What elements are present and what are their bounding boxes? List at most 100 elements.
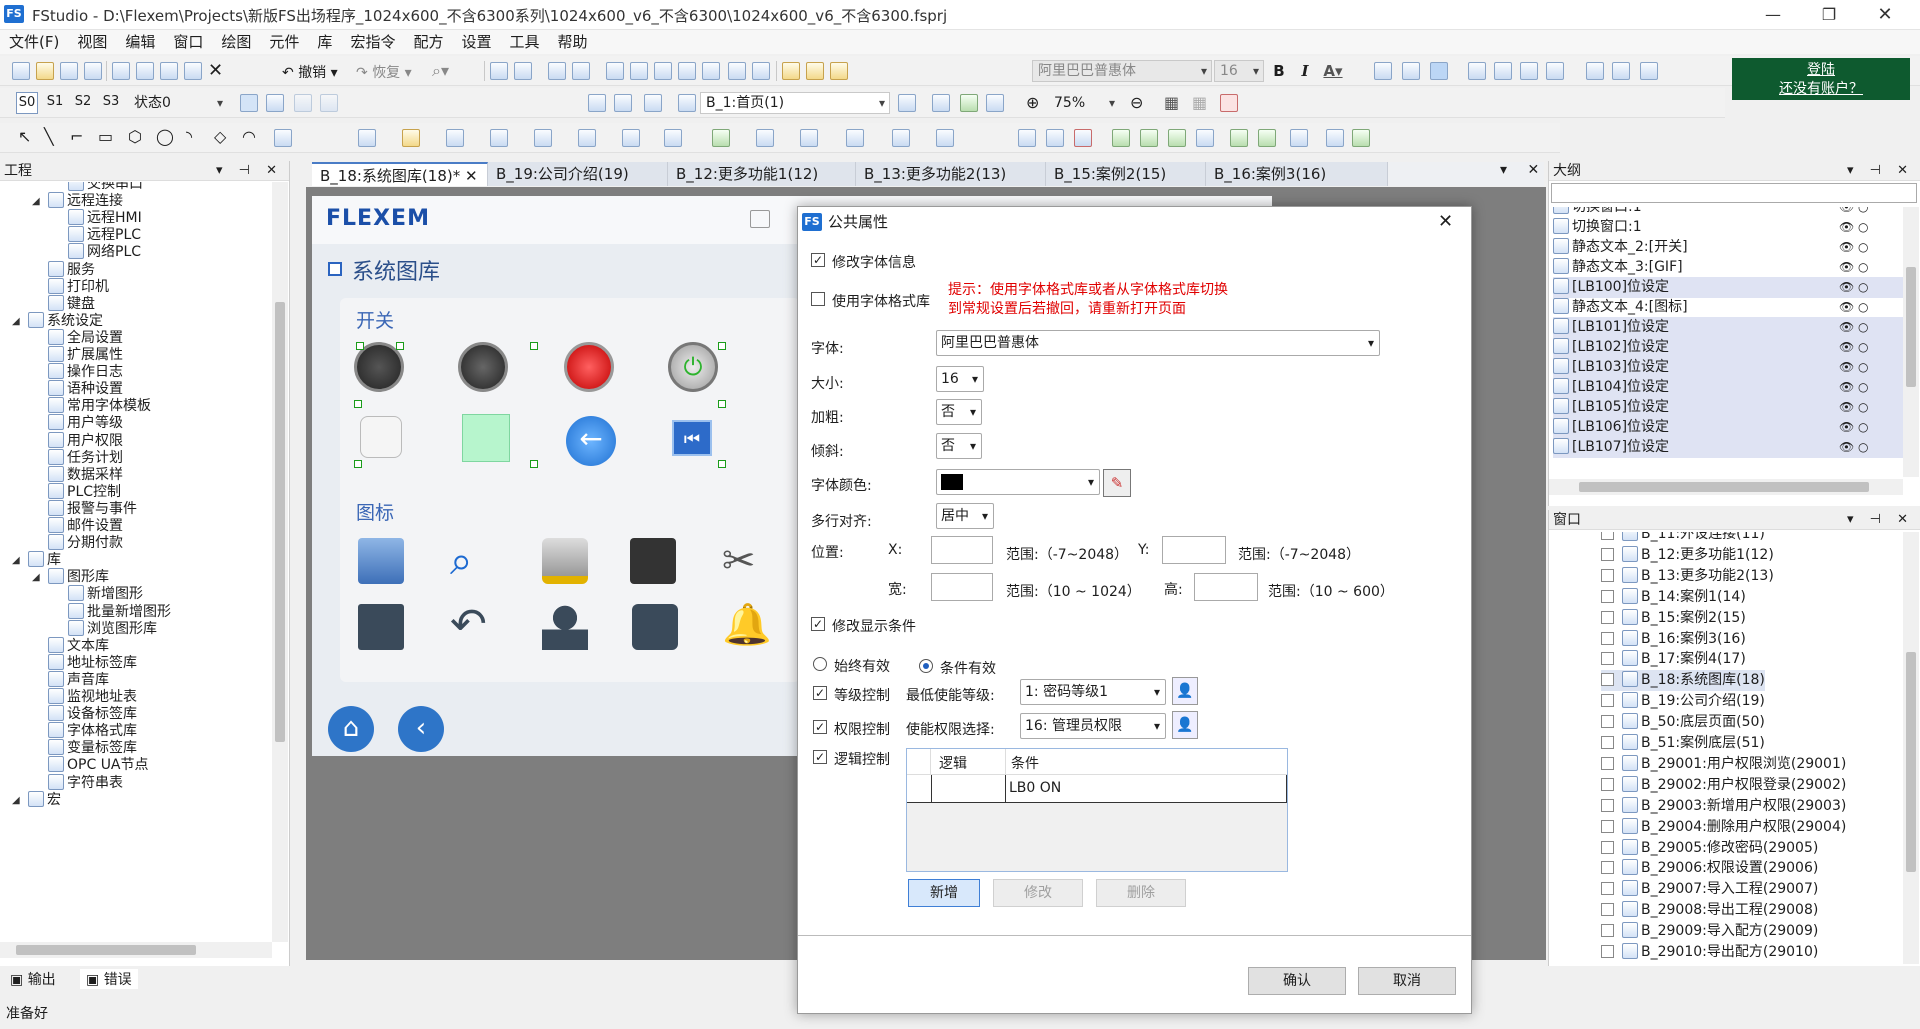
- run-icon[interactable]: [1230, 129, 1248, 147]
- zoom-combo[interactable]: 75%: [1048, 92, 1120, 114]
- visibility-icon[interactable]: 👁 ○: [1839, 237, 1869, 258]
- dialog-close-button[interactable]: ✕: [1438, 207, 1453, 237]
- order-icon[interactable]: [830, 62, 848, 80]
- polygon-tool-icon[interactable]: ⬡: [128, 127, 142, 146]
- outline-item[interactable]: 静态文本_2:[开关] 👁 ○: [1553, 237, 1903, 258]
- outline-hscrollbar[interactable]: [1549, 479, 1903, 495]
- width-input[interactable]: [931, 573, 993, 601]
- table-part-icon[interactable]: [712, 129, 730, 147]
- outline-item[interactable]: [LB104]位设定 👁 ○: [1553, 377, 1903, 398]
- window-item[interactable]: B_29003:新增用户权限(29003): [1601, 796, 1846, 817]
- outline-item[interactable]: [LB102]位设定 👁 ○: [1553, 337, 1903, 358]
- menu-item[interactable]: 宏指令: [341, 30, 404, 54]
- offline-sim-icon[interactable]: [1074, 129, 1092, 147]
- compile-icon[interactable]: [1018, 129, 1036, 147]
- visibility-icon[interactable]: 👁 ○: [1839, 297, 1869, 318]
- color-picker-button[interactable]: ✎: [1103, 469, 1131, 497]
- expander-icon[interactable]: ◢: [32, 191, 40, 212]
- menu-item[interactable]: 帮助: [549, 30, 597, 54]
- csv-icon[interactable]: [1326, 129, 1344, 147]
- doc-tab[interactable]: B_19:公司介绍(19): [488, 162, 668, 186]
- doc-tab[interactable]: B_16:案例3(16): [1206, 162, 1388, 186]
- align-select[interactable]: 居中: [936, 503, 994, 529]
- menu-item[interactable]: 设置: [452, 30, 500, 54]
- battery-icon[interactable]: [1352, 129, 1370, 147]
- preview-icon[interactable]: [986, 94, 1004, 112]
- screen-list-icon[interactable]: [678, 94, 696, 112]
- conditional-radio[interactable]: [919, 659, 933, 673]
- doc-tab[interactable]: B_18:系统图库(18)* ✕: [312, 162, 488, 186]
- modify-display-checkbox[interactable]: ✓: [811, 617, 825, 631]
- window-checkbox[interactable]: [1601, 568, 1614, 582]
- run-2-icon[interactable]: [1258, 129, 1276, 147]
- expander-icon[interactable]: ◢: [12, 311, 20, 332]
- rect-tool-icon[interactable]: ▭: [98, 127, 113, 146]
- panel-controls[interactable]: ▾ ⊣ ✕: [216, 161, 283, 181]
- screen-props-icon[interactable]: [614, 94, 632, 112]
- visibility-icon[interactable]: 👁 ○: [1839, 417, 1869, 438]
- text-align-left-icon[interactable]: [1374, 62, 1392, 80]
- close-window-button[interactable]: ✕: [1857, 0, 1913, 30]
- window-item[interactable]: B_29002:用户权限登录(29002): [1601, 775, 1846, 796]
- same-height-icon[interactable]: [728, 62, 746, 80]
- project-hscrollbar[interactable]: [0, 942, 272, 958]
- move-up-icon[interactable]: [1520, 62, 1538, 80]
- visibility-icon[interactable]: 👁 ○: [1839, 397, 1869, 418]
- window-checkbox[interactable]: [1601, 610, 1614, 624]
- restore-button[interactable]: ❐: [1801, 0, 1857, 30]
- slider-part-icon[interactable]: [664, 129, 682, 147]
- menu-item[interactable]: 绘图: [212, 30, 260, 54]
- window-checkbox[interactable]: [1601, 882, 1614, 896]
- window-item[interactable]: B_18:系统图库(18): [1601, 670, 1765, 692]
- tree-item[interactable]: ◢ 宏: [12, 790, 61, 811]
- font-size-combo[interactable]: 16: [1214, 60, 1264, 82]
- window-checkbox[interactable]: [1601, 756, 1614, 770]
- font-select[interactable]: 阿里巴巴普惠体: [936, 330, 1380, 356]
- magnet-icon[interactable]: [1220, 94, 1238, 112]
- ellipse-tool-icon[interactable]: ◯: [156, 127, 174, 146]
- window-view-icon[interactable]: [932, 94, 950, 112]
- polyline-tool-icon[interactable]: ⌐: [70, 127, 83, 146]
- edit-button[interactable]: 修改: [993, 879, 1083, 907]
- numeric-part-icon[interactable]: [446, 129, 464, 147]
- lamp-part-icon[interactable]: [402, 129, 420, 147]
- window-checkbox[interactable]: [1601, 736, 1614, 749]
- find-icon[interactable]: ⌕▾: [432, 61, 449, 81]
- window-checkbox[interactable]: [1601, 694, 1614, 708]
- logic-control-checkbox[interactable]: ✓: [813, 750, 827, 764]
- doc-tab[interactable]: B_15:案例2(15): [1046, 162, 1206, 186]
- undo-button[interactable]: ↶ 撤销 ▾: [282, 62, 338, 82]
- window-item[interactable]: B_19:公司介绍(19): [1601, 691, 1765, 712]
- copy-icon[interactable]: [136, 62, 154, 80]
- window-item[interactable]: B_15:案例2(15): [1601, 608, 1746, 629]
- size-select[interactable]: 16: [936, 366, 984, 392]
- ok-button[interactable]: 确认: [1248, 967, 1346, 995]
- always-valid-radio[interactable]: [813, 657, 827, 671]
- close-tab-icon[interactable]: ✕: [460, 167, 478, 185]
- outline-item[interactable]: [LB106]位设定 👁 ○: [1553, 417, 1903, 438]
- tab-controls[interactable]: ▾ ✕: [1500, 162, 1547, 178]
- visibility-icon[interactable]: 👁 ○: [1839, 317, 1869, 338]
- rotary-switch-on[interactable]: [458, 342, 508, 392]
- font-grow-icon[interactable]: [1586, 62, 1604, 80]
- use-font-lib-checkbox[interactable]: [811, 292, 825, 306]
- font-shrink-icon[interactable]: [1612, 62, 1630, 80]
- menu-item[interactable]: 文件(F): [0, 30, 68, 54]
- min-level-select[interactable]: 1: 密码等级1: [1020, 679, 1166, 705]
- line-tool-icon[interactable]: ╲: [44, 127, 54, 146]
- home-button[interactable]: ⌂: [328, 706, 374, 752]
- visibility-icon[interactable]: 👁 ○: [1839, 277, 1869, 298]
- error-tab[interactable]: ▣ 错误: [80, 969, 138, 989]
- modify-font-checkbox[interactable]: ✓: [811, 253, 825, 267]
- delete-button[interactable]: 删除: [1096, 879, 1186, 907]
- align-middle-icon[interactable]: [606, 62, 624, 80]
- same-width-icon[interactable]: [702, 62, 720, 80]
- tools-icon[interactable]: [1196, 129, 1214, 147]
- select-tool-icon[interactable]: ↖: [18, 127, 31, 146]
- window-checkbox[interactable]: [1601, 532, 1614, 540]
- rewind-button[interactable]: ⏮: [672, 420, 712, 456]
- paste-special-icon[interactable]: [184, 62, 202, 80]
- font-color-button[interactable]: A▾: [1322, 60, 1344, 82]
- move-part-icon[interactable]: [800, 129, 818, 147]
- italic-button[interactable]: I: [1294, 60, 1316, 82]
